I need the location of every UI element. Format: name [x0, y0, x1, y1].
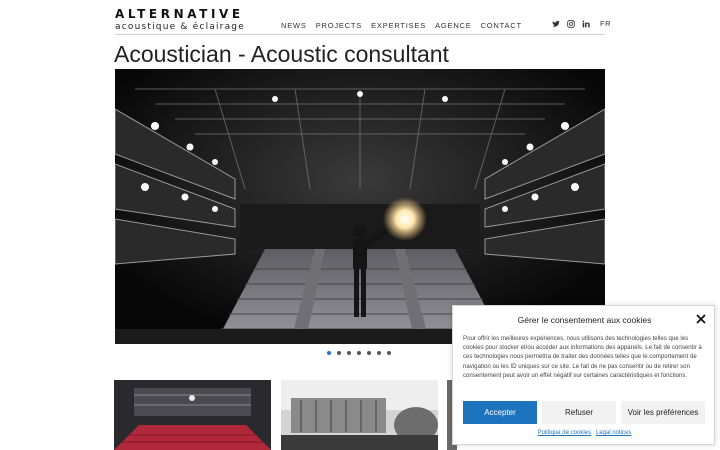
twitter-icon[interactable]	[552, 20, 560, 28]
building-photo	[281, 380, 438, 450]
slider-dot[interactable]	[357, 351, 361, 355]
logo-wordmark: ALTERNATIVE	[115, 7, 244, 21]
linkedin-icon[interactable]	[582, 20, 590, 28]
nav-item-news[interactable]: NEWS	[281, 21, 307, 30]
slider-dot[interactable]	[367, 351, 371, 355]
slider-dot[interactable]	[387, 351, 391, 355]
accept-button[interactable]: Accepter	[463, 401, 537, 424]
social-links: FR	[552, 19, 611, 28]
site-logo[interactable]: ALTERNATIVE acoustique & éclairage	[115, 7, 245, 33]
nav-item-agence[interactable]: AGENCE	[435, 21, 471, 30]
theater-photo	[115, 69, 605, 344]
legal-notices-link[interactable]: Legal notices	[596, 430, 631, 436]
slider-dot[interactable]	[377, 351, 381, 355]
refuse-button[interactable]: Refuser	[542, 401, 616, 424]
cookie-consent-dialog: Gérer le consentement aux cookies Pour o…	[452, 305, 715, 445]
main-nav: NEWS PROJECTS EXPERTISES AGENCE CONTACT	[281, 21, 522, 30]
cookie-dialog-text: Pour offrir les meilleures expériences, …	[463, 335, 702, 379]
slider-dot[interactable]	[337, 351, 341, 355]
slider-dot[interactable]	[327, 351, 331, 355]
cookie-policy-link[interactable]: Politique de cookies	[538, 430, 591, 436]
cookie-links: Politique de cookies Legal notices	[453, 430, 716, 436]
cookie-dialog-title: Gérer le consentement aux cookies	[517, 315, 652, 325]
instagram-icon[interactable]	[567, 19, 575, 28]
project-thumbnail[interactable]	[114, 380, 271, 450]
nav-item-projects[interactable]: PROJECTS	[316, 21, 362, 30]
auditorium-photo	[114, 380, 271, 450]
page-title: Acoustician - Acoustic consultant	[114, 41, 449, 67]
close-icon[interactable]	[696, 314, 706, 324]
slider-dot[interactable]	[347, 351, 351, 355]
language-switch[interactable]: FR	[600, 19, 611, 28]
hero-image[interactable]	[115, 69, 605, 344]
slider-pagination	[327, 351, 391, 355]
logo-tagline: acoustique & éclairage	[115, 22, 245, 32]
preferences-button[interactable]: Voir les préférences	[621, 401, 705, 424]
project-thumbnail[interactable]	[281, 380, 438, 450]
nav-item-expertises[interactable]: EXPERTISES	[371, 21, 426, 30]
nav-item-contact[interactable]: CONTACT	[481, 21, 522, 30]
header-divider	[115, 34, 605, 35]
